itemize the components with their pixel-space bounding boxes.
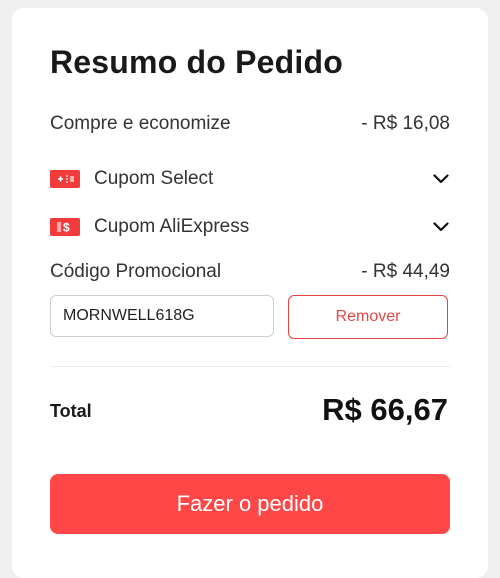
promo-code-row: Código Promocional - R$ 44,49 xyxy=(50,258,450,286)
promo-code-label: Código Promocional xyxy=(50,261,222,282)
promo-code-input[interactable]: MORNWELL618G xyxy=(50,295,274,337)
remove-button[interactable]: Remover xyxy=(288,295,448,339)
total-label: Total xyxy=(50,401,92,421)
ticket-select-icon xyxy=(50,170,80,188)
save-label: Compre e economize xyxy=(50,113,231,134)
coupon-aliexpress-row[interactable]: $ Cupom AliExpress xyxy=(50,213,450,241)
order-summary-card: Resumo do Pedido Compre e economize - R$… xyxy=(12,8,488,578)
page-title: Resumo do Pedido xyxy=(50,44,343,80)
svg-text:$: $ xyxy=(63,221,70,235)
coupon-select-row[interactable]: Cupom Select xyxy=(50,165,450,193)
save-row: Compre e economize - R$ 16,08 xyxy=(50,110,450,138)
coupon-aliexpress-label: Cupom AliExpress xyxy=(94,216,250,237)
total-value: R$ 66,67 xyxy=(322,392,448,427)
chevron-down-icon[interactable] xyxy=(432,218,450,236)
coupon-select-label: Cupom Select xyxy=(94,168,214,189)
save-value: - R$ 16,08 xyxy=(361,113,450,134)
divider xyxy=(50,366,450,367)
place-order-button[interactable]: Fazer o pedido xyxy=(50,474,450,534)
ticket-dollar-icon: $ xyxy=(50,218,80,236)
promo-code-value: - R$ 44,49 xyxy=(361,261,450,282)
chevron-down-icon[interactable] xyxy=(432,170,450,188)
